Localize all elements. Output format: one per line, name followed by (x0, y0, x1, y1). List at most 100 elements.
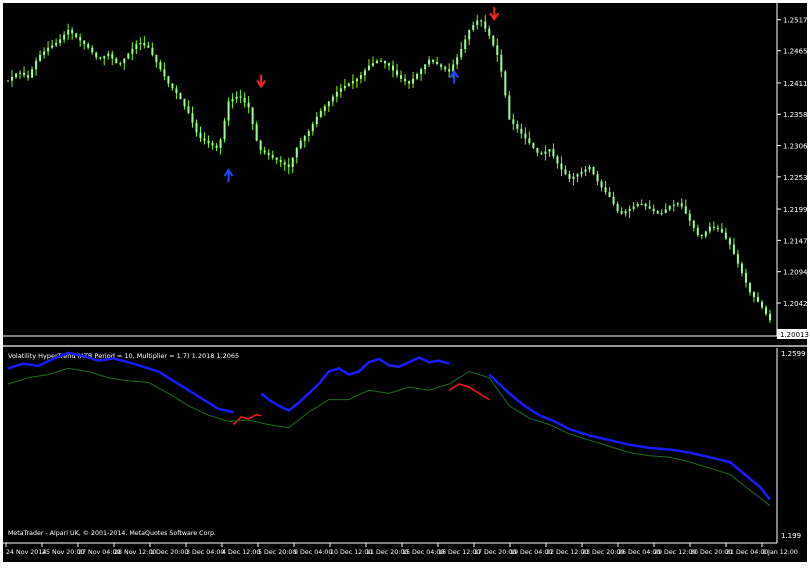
candle-body (396, 70, 399, 76)
candle-body (311, 124, 314, 132)
candle-body (95, 52, 98, 58)
candle-body (620, 211, 623, 214)
candle-body (588, 167, 591, 170)
candle-body (347, 83, 350, 86)
candle-body (744, 273, 747, 283)
candle-body (612, 196, 615, 204)
candle-body (103, 56, 106, 59)
candle-body (79, 37, 82, 41)
price-label: 1.23585 (783, 111, 810, 119)
candle-body (331, 96, 334, 102)
chart-canvas: 1.25170 1.24650 1.24110 1.23585 1.23060 1.225… (3, 3, 810, 562)
candle-body (159, 62, 162, 70)
candle-body (371, 63, 374, 66)
candle-body (544, 151, 547, 154)
candle-body (19, 72, 22, 74)
current-price-label: 1.20013 (780, 331, 809, 339)
price-label: 1.20420 (783, 300, 810, 308)
candle-body (343, 85, 346, 89)
candle-body (87, 44, 90, 48)
candle-body (500, 54, 503, 72)
candle-body (203, 138, 206, 141)
candle-body (23, 72, 26, 76)
candle-body (628, 208, 631, 212)
candle-body (135, 44, 138, 49)
candle-body (388, 63, 390, 66)
candle-body (175, 88, 178, 94)
price-label: 1.24110 (783, 80, 810, 88)
candle-body (516, 124, 519, 129)
candle-body (424, 64, 427, 70)
candle-body (416, 73, 419, 79)
candle-body (355, 78, 358, 82)
candle-body (480, 20, 483, 22)
candle-body (532, 143, 535, 148)
candle-body (676, 203, 679, 205)
candle-body (71, 29, 74, 34)
candle-body (760, 301, 763, 308)
candle-body (151, 47, 154, 55)
candle-body (339, 88, 342, 92)
candle-body (576, 174, 579, 177)
candle-body (179, 93, 182, 100)
candle-body (648, 206, 651, 209)
candle-body (195, 122, 198, 133)
candle-body (7, 80, 9, 82)
candle-body (243, 97, 246, 103)
candle-body (404, 78, 407, 82)
candle-body (640, 203, 643, 205)
candle-body (251, 107, 254, 125)
price-label: 1.24650 (783, 48, 810, 56)
price-label: 1.22535 (783, 174, 810, 182)
price-label: 1.21470 (783, 237, 810, 245)
candle-body (476, 20, 479, 26)
candle-body (379, 60, 382, 62)
time-label: 24 Nov 2014 (6, 549, 46, 556)
candle-body (512, 119, 515, 125)
candle-body (624, 211, 627, 214)
candle-body (127, 53, 130, 59)
candle-body (235, 96, 238, 100)
candle-body (199, 132, 202, 139)
candle-body (428, 59, 431, 65)
candle-body (568, 174, 571, 179)
candle-body (139, 42, 142, 45)
candle-body (143, 42, 146, 46)
candle-body (43, 51, 46, 55)
candle-body (31, 69, 34, 78)
candle-body (231, 99, 234, 102)
candle-body (115, 58, 118, 64)
candle-body (636, 203, 639, 207)
candle-body (684, 206, 687, 214)
candle-body (552, 149, 555, 157)
candle-body (408, 81, 411, 84)
indicator-scale-top: 1.2599 (781, 350, 806, 358)
candle-body (448, 69, 451, 72)
candle-body (616, 203, 619, 212)
candle-body (15, 73, 18, 77)
candle-body (63, 34, 66, 40)
candle-body (207, 140, 210, 144)
candle-body (167, 76, 170, 84)
candle-body (75, 33, 78, 38)
candle-body (55, 42, 58, 46)
chart-background (3, 3, 807, 562)
candle-body (660, 212, 663, 214)
candle-body (524, 133, 527, 139)
candle-body (392, 65, 395, 71)
indicator-scale-bottom: 1.199 (781, 532, 801, 540)
candle-body (484, 21, 487, 29)
candle-body (155, 54, 158, 63)
candle-body (239, 96, 242, 98)
candle-body (51, 45, 54, 48)
candle-body (604, 187, 607, 193)
candle-body (295, 147, 298, 158)
candle-body (187, 106, 190, 114)
candle-body (420, 69, 423, 74)
candle-body (728, 238, 731, 245)
candle-body (219, 139, 222, 148)
candle-body (83, 40, 86, 45)
candle-body (704, 231, 707, 237)
candle-body (696, 227, 699, 236)
price-label: 1.21995 (783, 206, 810, 214)
